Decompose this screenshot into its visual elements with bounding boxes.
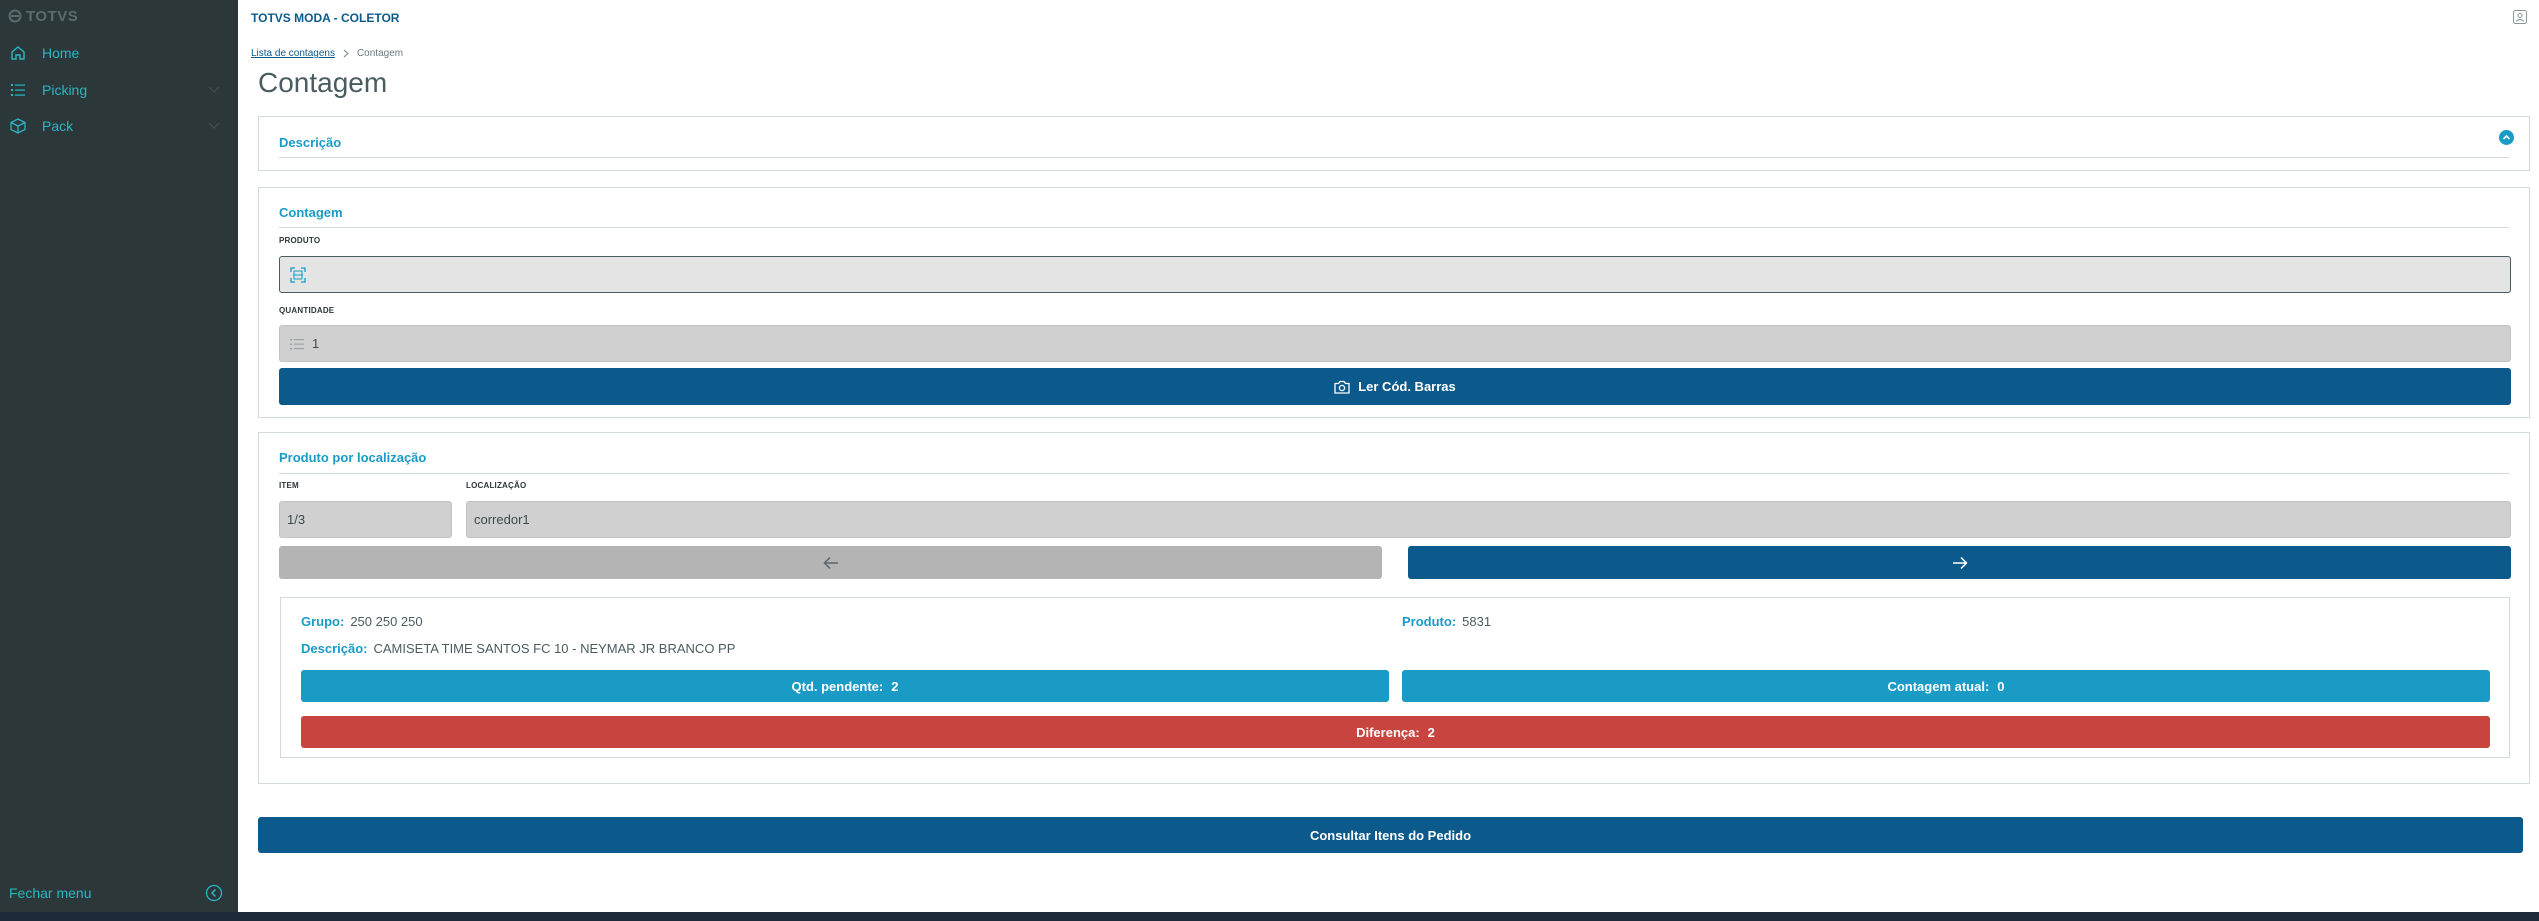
- list-icon: [11, 84, 25, 96]
- quantidade-label: QUANTIDADE: [279, 306, 335, 315]
- collapse-left-icon: [205, 884, 223, 902]
- descricao-label: Descrição:: [301, 641, 368, 656]
- brand-text: TOTVS: [26, 7, 79, 25]
- scan-barcode-button[interactable]: Ler Cód. Barras: [279, 368, 2511, 405]
- grupo-label: Grupo:: [301, 614, 345, 629]
- arrow-left-icon: [822, 556, 838, 569]
- localizacao-panel-title: Produto por localização: [279, 450, 427, 465]
- item-label: ITEM: [279, 481, 299, 490]
- localizacao-value: corredor1: [474, 512, 530, 527]
- localizacao-label: LOCALIZAÇÃO: [466, 481, 527, 490]
- descricao-field: Descrição: CAMISETA TIME SANTOS FC 10 - …: [301, 641, 735, 656]
- chevron-down-icon: [208, 122, 220, 130]
- descricao-panel: Descrição: [258, 116, 2530, 171]
- item-value: 1/3: [287, 512, 306, 527]
- contagem-panel-title: Contagem: [279, 205, 343, 220]
- pendente-label: Qtd. pendente:: [791, 678, 884, 694]
- totvs-logo-icon: [8, 9, 22, 23]
- box-icon: [10, 118, 26, 134]
- product-info-card: Grupo: 250 250 250 Produto: 5831 Descriç…: [280, 597, 2510, 758]
- chevron-up-circle-icon[interactable]: [2499, 130, 2514, 145]
- arrow-right-icon: [1952, 556, 1968, 569]
- next-button[interactable]: [1408, 546, 2511, 579]
- close-menu-button[interactable]: Fechar menu: [0, 878, 238, 908]
- sidebar: TOTVS Home Picking Pack Fechar menu: [0, 0, 238, 912]
- grupo-value: 250 250 250: [350, 614, 423, 629]
- diferenca-label: Diferença:: [1356, 724, 1420, 740]
- app-title: TOTVS MODA - COLETOR: [251, 11, 400, 25]
- quantidade-value: 1: [312, 336, 320, 351]
- localizacao-panel: Produto por localização ITEM 1/3 LOCALIZ…: [258, 432, 2530, 784]
- atual-label: Contagem atual:: [1887, 678, 1990, 694]
- grupo-field: Grupo: 250 250 250: [301, 614, 423, 629]
- consultar-itens-button[interactable]: Consultar Itens do Pedido: [258, 817, 2523, 853]
- breadcrumb-link-lista[interactable]: Lista de contagens: [251, 48, 335, 59]
- barcode-scan-icon: [290, 266, 306, 283]
- page-title: Contagem: [258, 67, 388, 98]
- sidebar-item-label: Picking: [42, 82, 88, 98]
- produto-field: Produto: 5831: [1402, 614, 1491, 629]
- descricao-panel-title: Descrição: [279, 135, 342, 150]
- divider: [279, 473, 2509, 474]
- produto-input[interactable]: [279, 256, 2511, 293]
- localizacao-input[interactable]: corredor1: [466, 501, 2511, 538]
- contagem-atual-badge: Contagem atual: 0: [1402, 670, 2490, 702]
- previous-button[interactable]: [279, 546, 1382, 579]
- qtd-pendente-badge: Qtd. pendente: 2: [301, 670, 1389, 702]
- consultar-itens-label: Consultar Itens do Pedido: [1309, 827, 1472, 843]
- sidebar-item-pack[interactable]: Pack: [0, 110, 238, 142]
- divider: [279, 157, 2509, 158]
- divider: [279, 227, 2509, 228]
- pendente-value: 2: [891, 678, 899, 694]
- breadcrumb-current: Contagem: [356, 48, 404, 59]
- breadcrumb: Lista de contagens Contagem: [251, 48, 403, 59]
- chevron-right-icon: [343, 49, 349, 58]
- list-number-icon: [290, 338, 304, 349]
- produto-info-value: 5831: [1462, 614, 1492, 629]
- sidebar-item-label: Home: [42, 45, 80, 61]
- produto-info-label: Produto:: [1402, 614, 1457, 629]
- chevron-down-icon: [208, 86, 220, 94]
- user-icon[interactable]: [2513, 10, 2527, 24]
- camera-icon: [1334, 380, 1350, 394]
- sidebar-item-home[interactable]: Home: [0, 37, 238, 69]
- sidebar-item-label: Pack: [42, 118, 74, 134]
- brand-logo: TOTVS: [8, 7, 78, 25]
- taskbar-strip: [0, 912, 2539, 921]
- scan-barcode-label: Ler Cód. Barras: [1358, 379, 1456, 394]
- produto-label: PRODUTO: [279, 236, 321, 245]
- descricao-value: CAMISETA TIME SANTOS FC 10 - NEYMAR JR B…: [373, 641, 736, 656]
- quantidade-input[interactable]: 1: [279, 325, 2511, 362]
- diferenca-value: 2: [1427, 724, 1435, 740]
- sidebar-item-picking[interactable]: Picking: [0, 74, 238, 106]
- contagem-panel: Contagem PRODUTO QUANTIDADE 1 Ler Cód. B…: [258, 187, 2530, 418]
- atual-value: 0: [1997, 678, 2005, 694]
- close-menu-label: Fechar menu: [9, 885, 92, 901]
- diferenca-badge: Diferença: 2: [301, 716, 2490, 748]
- item-input[interactable]: 1/3: [279, 501, 452, 538]
- home-icon: [11, 46, 25, 60]
